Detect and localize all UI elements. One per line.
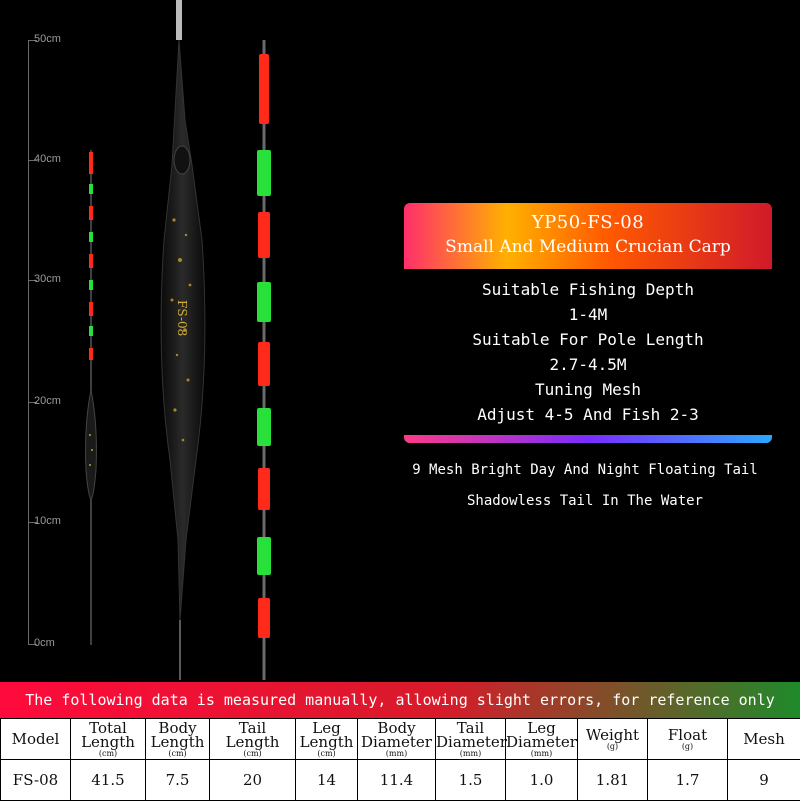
info-header: YP50-FS-08 Small And Medium Crucian Carp bbox=[404, 203, 772, 269]
header-cell: Weight(g) bbox=[578, 719, 648, 760]
cell-model: FS-08 bbox=[1, 760, 71, 801]
header-cell: Leg Length(cm) bbox=[296, 719, 358, 760]
table-row: FS-08 41.5 7.5 20 14 11.4 1.5 1.0 1.81 1… bbox=[1, 760, 800, 801]
cell-float: 1.7 bbox=[648, 760, 728, 801]
target-fish: Small And Medium Crucian Carp bbox=[404, 237, 772, 257]
disclaimer-banner: The following data is measured manually,… bbox=[0, 682, 800, 718]
product-hero: 50cm 40cm 30cm 20cm 10cm 0cm bbox=[0, 0, 800, 680]
spec-info-box: YP50-FS-08 Small And Medium Crucian Carp… bbox=[404, 203, 772, 443]
cell-mesh: 9 bbox=[728, 760, 800, 801]
ruler-label-50: 50cm bbox=[34, 33, 61, 45]
header-cell: Leg Diameter(mm) bbox=[506, 719, 578, 760]
pole-label: Suitable For Pole Length bbox=[404, 327, 772, 352]
spec-table: Model Total Length(cm) Body Length(cm) T… bbox=[0, 718, 800, 801]
header-cell: Tail Diameter(mm) bbox=[436, 719, 506, 760]
table-header-row: Model Total Length(cm) Body Length(cm) T… bbox=[1, 719, 800, 760]
ruler-label-0: 0cm bbox=[34, 637, 55, 649]
cell-tail-length: 20 bbox=[210, 760, 296, 801]
depth-value: 1-4M bbox=[404, 302, 772, 327]
info-body: Suitable Fishing Depth 1-4M Suitable For… bbox=[404, 269, 772, 435]
tagline-1: 9 Mesh Bright Day And Night Floating Tai… bbox=[380, 462, 790, 478]
depth-label: Suitable Fishing Depth bbox=[404, 277, 772, 302]
header-cell: Body Diameter(mm) bbox=[358, 719, 436, 760]
model-code: YP50-FS-08 bbox=[404, 212, 772, 233]
info-footer-strip bbox=[404, 435, 772, 443]
small-float-illustration bbox=[78, 150, 104, 650]
header-cell: Total Length(cm) bbox=[71, 719, 146, 760]
cell-body-length: 7.5 bbox=[146, 760, 210, 801]
header-cell: Mesh bbox=[728, 719, 800, 760]
ruler-label-10: 10cm bbox=[34, 515, 61, 527]
cell-weight: 1.81 bbox=[578, 760, 648, 801]
cell-leg-diameter: 1.0 bbox=[506, 760, 578, 801]
tagline-2: Shadowless Tail In The Water bbox=[380, 493, 790, 509]
cell-total-length: 41.5 bbox=[71, 760, 146, 801]
float-illustration: FS-08 bbox=[130, 0, 230, 680]
cell-leg-length: 14 bbox=[296, 760, 358, 801]
disclaimer-text: The following data is measured manually,… bbox=[0, 691, 800, 709]
cell-tail-diameter: 1.5 bbox=[436, 760, 506, 801]
ruler-line bbox=[28, 40, 29, 645]
floating-tail-illustration bbox=[245, 40, 285, 680]
svg-text:FS-08: FS-08 bbox=[175, 300, 189, 336]
header-cell: Body Length(cm) bbox=[146, 719, 210, 760]
header-cell: Float(g) bbox=[648, 719, 728, 760]
tuning-label: Tuning Mesh bbox=[404, 377, 772, 402]
header-cell: Tail Length(cm) bbox=[210, 719, 296, 760]
pole-value: 2.7-4.5M bbox=[404, 352, 772, 377]
ruler-label-20: 20cm bbox=[34, 395, 61, 407]
tuning-value: Adjust 4-5 And Fish 2-3 bbox=[404, 402, 772, 427]
cell-body-diameter: 11.4 bbox=[358, 760, 436, 801]
header-cell: Model bbox=[1, 719, 71, 760]
ruler-label-30: 30cm bbox=[34, 273, 61, 285]
ruler-label-40: 40cm bbox=[34, 153, 61, 165]
